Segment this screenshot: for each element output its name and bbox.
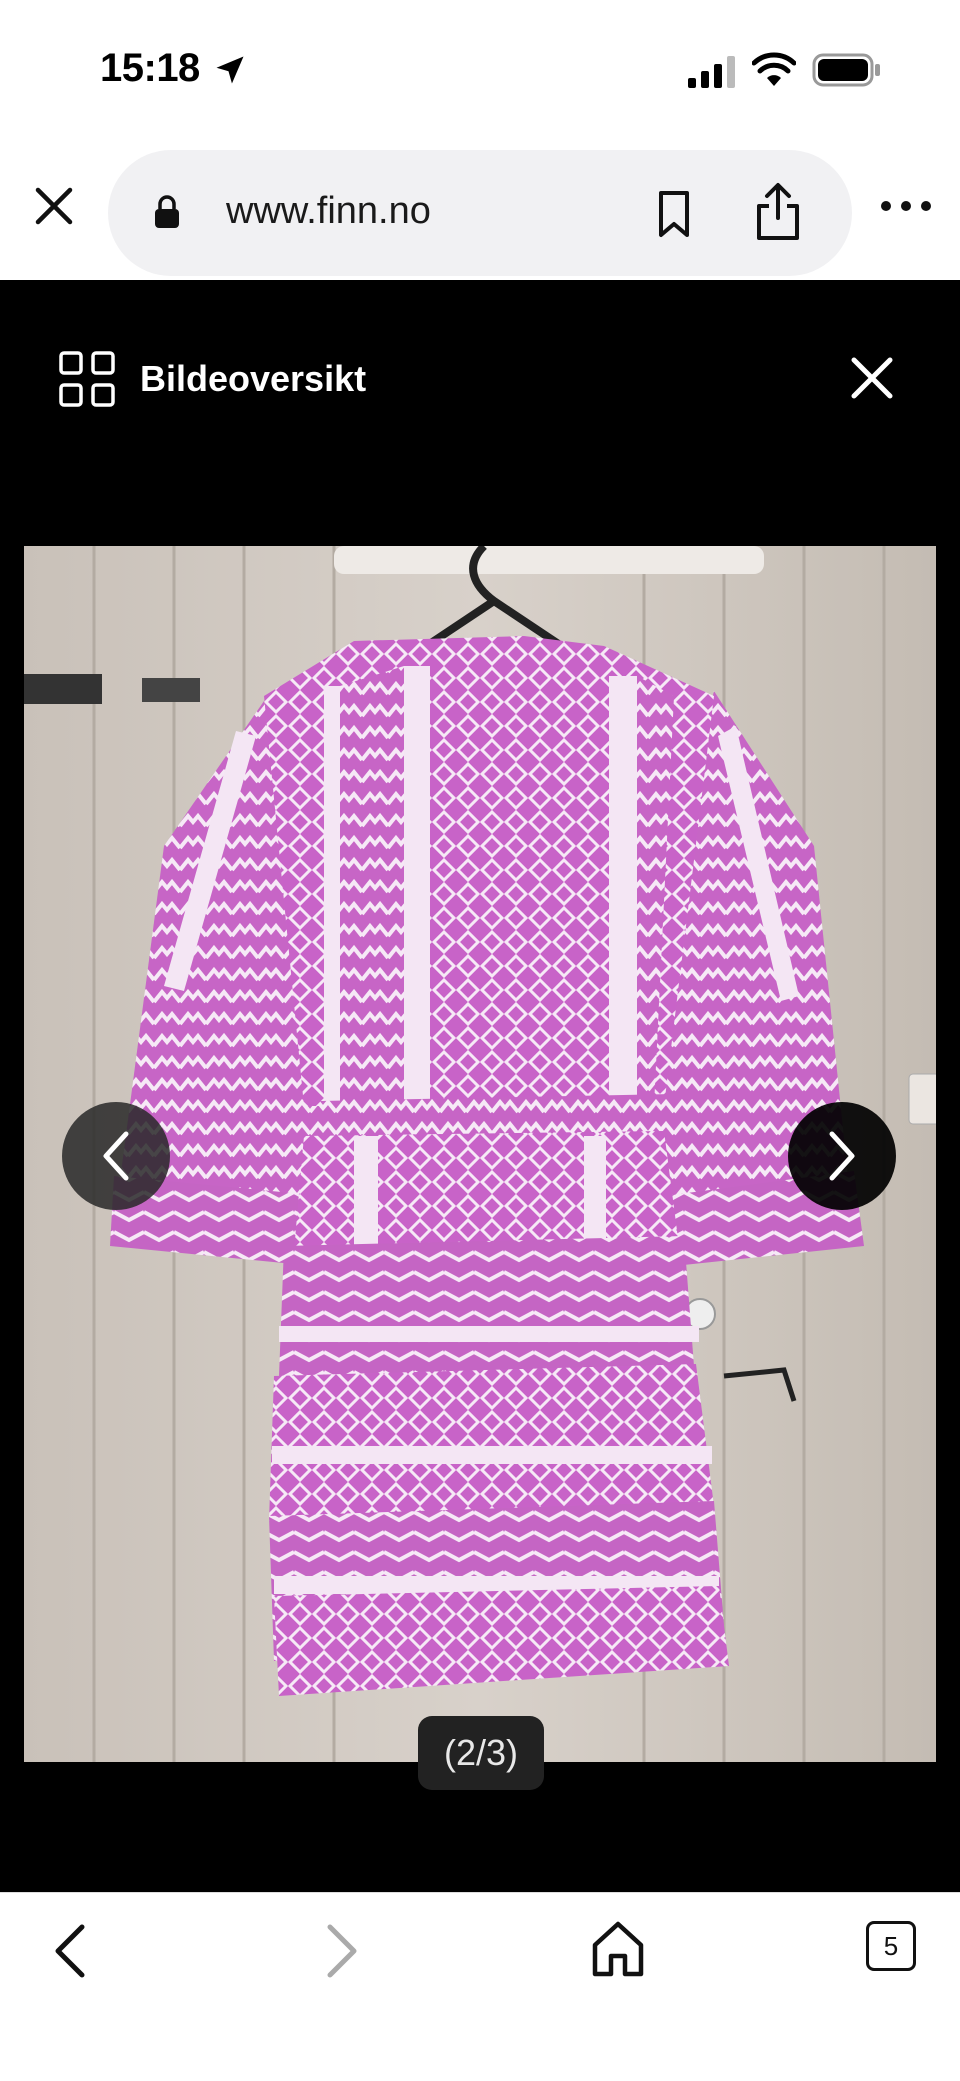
previous-image-button[interactable] — [62, 1102, 170, 1210]
close-icon — [35, 187, 73, 225]
chevron-left-icon — [103, 1131, 129, 1181]
cellular-signal-icon — [688, 56, 735, 88]
grid-icon — [59, 351, 115, 407]
share-icon[interactable] — [750, 182, 806, 242]
image-viewer: Bildeoversikt (2/3) — [0, 280, 960, 1892]
chevron-right-icon — [829, 1131, 855, 1181]
status-time: 15:18 — [100, 46, 200, 90]
back-icon[interactable] — [48, 1919, 92, 1983]
tabs-button[interactable]: 5 — [866, 1921, 916, 1971]
image-overview-button[interactable]: Bildeoversikt — [58, 348, 366, 410]
viewer-close-icon[interactable] — [846, 352, 898, 404]
url-field[interactable]: www.finn.no — [108, 150, 852, 276]
battery-icon — [812, 53, 880, 87]
lock-icon — [155, 195, 179, 228]
wifi-icon — [752, 52, 796, 86]
image-overview-label: Bildeoversikt — [140, 358, 367, 399]
location-arrow-icon — [216, 56, 244, 84]
home-icon[interactable] — [590, 1919, 646, 1979]
close-tab-button[interactable] — [28, 180, 80, 232]
forward-icon[interactable] — [320, 1919, 364, 1983]
browser-address-bar: www.finn.no — [0, 140, 960, 280]
url-text: www.finn.no — [226, 190, 431, 232]
more-icon[interactable] — [878, 186, 934, 226]
next-image-button[interactable] — [788, 1102, 896, 1210]
browser-toolbar: 5 — [0, 1892, 960, 2081]
image-counter: (2/3) — [418, 1716, 544, 1790]
bookmark-icon[interactable] — [648, 188, 700, 240]
status-bar: 15:18 — [0, 0, 960, 140]
